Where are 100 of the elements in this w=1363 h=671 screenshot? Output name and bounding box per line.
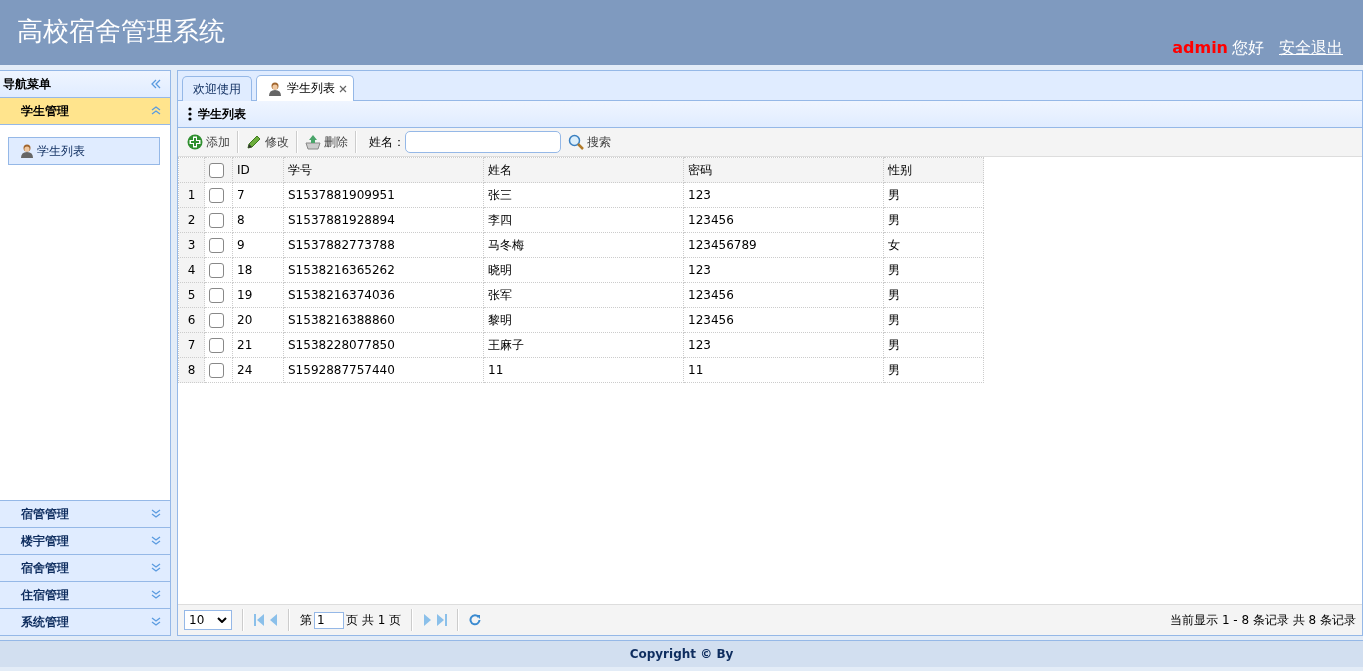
column-header[interactable]: 姓名 — [483, 157, 684, 183]
nav-section-header[interactable]: 宿舍管理 — [0, 555, 170, 582]
table-cell: 马冬梅 — [483, 232, 684, 258]
nav-section-header[interactable]: 住宿管理 — [0, 582, 170, 609]
table-cell: 晓明 — [483, 257, 684, 283]
table-cell: 男 — [883, 282, 984, 308]
row-number: 6 — [178, 307, 205, 333]
row-checkbox[interactable] — [209, 237, 224, 253]
table-cell: 张军 — [483, 282, 684, 308]
table-cell: 123456789 — [683, 232, 884, 258]
basket-icon — [305, 134, 321, 150]
table-cell: S1538216388860 — [283, 307, 484, 333]
column-header[interactable]: 学号 — [283, 157, 484, 183]
table-cell: 9 — [232, 232, 284, 258]
table-cell: 男 — [883, 182, 984, 208]
nav-section-header[interactable]: 学生管理 — [0, 98, 170, 125]
greeting-text: 您好 — [1232, 38, 1264, 59]
table-cell: 20 — [232, 307, 284, 333]
refresh-icon[interactable] — [469, 614, 482, 626]
app-title: 高校宿舍管理系统 — [17, 15, 225, 48]
nav-item[interactable]: 学生列表 — [8, 137, 160, 165]
row-checkbox[interactable] — [209, 362, 224, 378]
collapse-icon — [150, 105, 162, 117]
row-checkbox[interactable] — [209, 262, 224, 278]
row-checkbox[interactable] — [209, 337, 224, 353]
table-cell: S1538216374036 — [283, 282, 484, 308]
search-field[interactable] — [405, 131, 561, 153]
column-header[interactable]: 密码 — [683, 157, 884, 183]
user-name: admin — [1172, 38, 1228, 57]
table-cell: 123 — [683, 332, 884, 358]
table-cell: 男 — [883, 307, 984, 333]
search-button[interactable]: 搜索 — [565, 131, 614, 153]
table-cell: S1537882773788 — [283, 232, 484, 258]
row-number: 7 — [178, 332, 205, 358]
expand-icon — [150, 562, 162, 574]
page-size-select[interactable]: 10 — [184, 610, 232, 630]
table-cell: S1592887757440 — [283, 357, 484, 383]
row-checkbox[interactable] — [209, 287, 224, 303]
page-number-field[interactable]: 1 — [314, 611, 344, 629]
search-label: 姓名： — [369, 133, 405, 151]
page-count-text: 页 共 1 页 — [346, 611, 402, 629]
search-icon — [568, 134, 584, 150]
expand-icon — [150, 535, 162, 547]
person-icon — [19, 143, 35, 159]
page-label: 第 — [300, 611, 312, 629]
nav-title: 导航菜单 — [3, 75, 51, 93]
table-cell: 李四 — [483, 207, 684, 233]
pencil-icon — [246, 134, 262, 150]
row-number: 5 — [178, 282, 205, 308]
table-cell: 11 — [483, 357, 684, 383]
select-all-checkbox[interactable] — [209, 162, 224, 178]
row-number: 3 — [178, 232, 205, 258]
expand-icon — [150, 508, 162, 520]
table-cell: S1538228077850 — [283, 332, 484, 358]
row-checkbox[interactable] — [209, 212, 224, 228]
plus-icon — [187, 134, 203, 150]
copyright-text: Copyright © By — [629, 647, 734, 661]
table-cell: 王麻子 — [483, 332, 684, 358]
row-checkbox[interactable] — [209, 187, 224, 203]
tab[interactable]: 学生列表 — [256, 75, 354, 101]
nav-section-header[interactable]: 系统管理 — [0, 609, 170, 635]
table-cell: 21 — [232, 332, 284, 358]
nav-section-header[interactable]: 宿管管理 — [0, 500, 170, 528]
table-cell: 24 — [232, 357, 284, 383]
table-cell: 张三 — [483, 182, 684, 208]
nav-section-header[interactable]: 楼宇管理 — [0, 528, 170, 555]
person-icon — [267, 80, 283, 97]
toolbar-button[interactable]: 修改 — [243, 131, 292, 153]
table-cell: 123456 — [683, 307, 884, 333]
row-number: 4 — [178, 257, 205, 283]
drag-handle-icon — [188, 107, 192, 121]
table-cell: S1538216365262 — [283, 257, 484, 283]
table-cell: 7 — [232, 182, 284, 208]
table-cell: 123 — [683, 257, 884, 283]
column-header[interactable]: 性别 — [883, 157, 984, 183]
tab[interactable]: 欢迎使用 — [182, 76, 252, 101]
table-cell: 男 — [883, 207, 984, 233]
table-cell: 123 — [683, 182, 884, 208]
toolbar-button[interactable]: 删除 — [302, 131, 351, 153]
caret-icon — [217, 617, 227, 623]
collapse-icon[interactable] — [150, 78, 162, 90]
table-cell: 123456 — [683, 207, 884, 233]
row-number: 2 — [178, 207, 205, 233]
expand-icon — [150, 589, 162, 601]
table-cell: 8 — [232, 207, 284, 233]
table-cell: 黎明 — [483, 307, 684, 333]
toolbar-button[interactable]: 添加 — [184, 131, 233, 153]
table-cell: 男 — [883, 257, 984, 283]
table-cell: S1537881909951 — [283, 182, 484, 208]
table-cell: 11 — [683, 357, 884, 383]
expand-icon — [150, 616, 162, 628]
table-cell: 男 — [883, 332, 984, 358]
table-cell: 123456 — [683, 282, 884, 308]
table-cell: 18 — [232, 257, 284, 283]
row-checkbox[interactable] — [209, 312, 224, 328]
column-header[interactable]: ID — [232, 157, 284, 183]
record-count-text: 当前显示 1 - 8 条记录 共 8 条记录 — [1170, 611, 1356, 629]
row-number: 8 — [178, 357, 205, 383]
table-cell: 19 — [232, 282, 284, 308]
close-icon[interactable] — [339, 84, 347, 93]
